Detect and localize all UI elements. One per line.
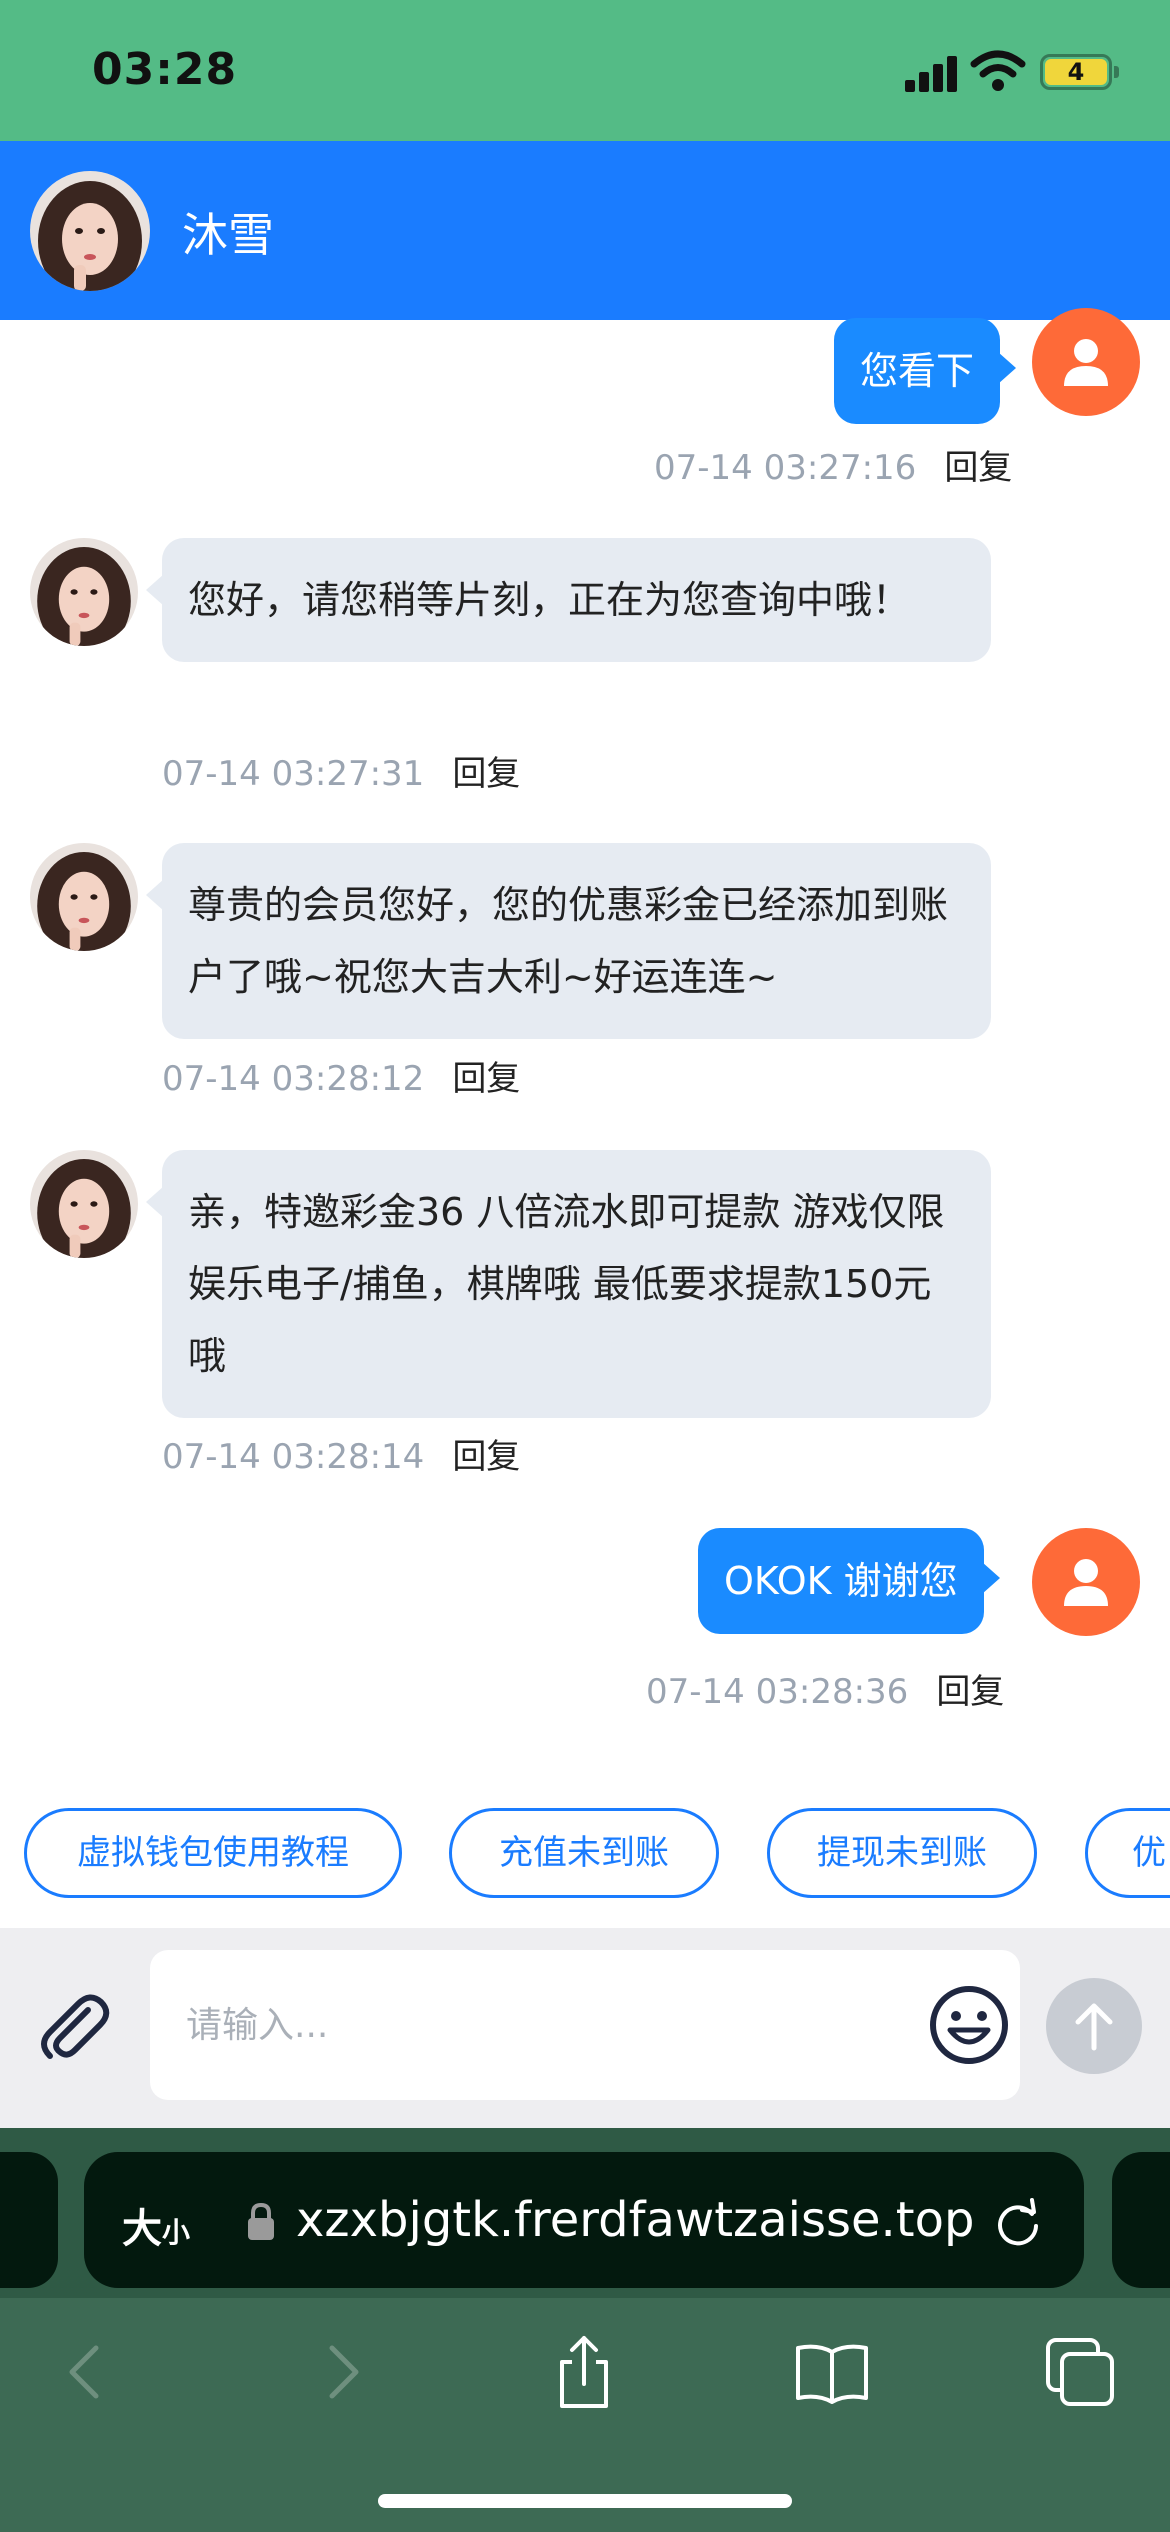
quick-reply-chip[interactable]: 充值未到账 [449, 1808, 719, 1898]
chevron-right-icon[interactable] [300, 2332, 380, 2412]
tabs-icon[interactable] [1040, 2332, 1120, 2412]
text-size-small: 小 [162, 2216, 191, 2249]
smiley-icon[interactable] [928, 1984, 1010, 2066]
arrow-up-icon [1075, 2003, 1113, 2051]
agent-avatar[interactable] [30, 843, 138, 951]
message-timestamp: 07-14 03:27:31 [162, 754, 425, 794]
user-avatar [1032, 1528, 1140, 1636]
message-text: 您好，请您稍等片刻，正在为您查询中哦！ [188, 578, 911, 622]
user-message-bubble: OKOK 谢谢您 [698, 1528, 1000, 1634]
message-input-container [150, 1950, 1020, 2100]
share-icon[interactable] [544, 2332, 624, 2412]
user-icon [1064, 339, 1108, 386]
message-timestamp: 07-14 03:28:36 [646, 1672, 909, 1712]
cellular-signal-icon [905, 56, 959, 92]
message-meta: 07-14 03:27:31 回复 [162, 746, 520, 795]
quick-reply-chip[interactable]: 虚拟钱包使用教程 [24, 1808, 402, 1898]
battery-icon: 4 [1040, 54, 1112, 90]
quick-reply-chip[interactable]: 提现未到账 [767, 1808, 1037, 1898]
quick-reply-bar: 虚拟钱包使用教程 充值未到账 提现未到账 优 [0, 1776, 1170, 1928]
agent-message-bubble: 亲，特邀彩金36 八倍流水即可提款 游戏仅限娱乐电子/捕鱼，棋牌哦 最低要求提款… [146, 1150, 991, 1418]
chevron-left-icon[interactable] [48, 2332, 128, 2412]
agent-avatar[interactable] [30, 538, 138, 646]
quick-reply-chip[interactable]: 优 [1085, 1808, 1170, 1898]
battery-level: 4 [1045, 58, 1107, 86]
user-avatar [1032, 308, 1140, 416]
reply-button[interactable]: 回复 [936, 1672, 1004, 1712]
message-text: 亲，特邀彩金36 八倍流水即可提款 游戏仅限娱乐电子/捕鱼，棋牌哦 最低要求提款… [188, 1190, 945, 1378]
reply-button[interactable]: 回复 [452, 1059, 520, 1099]
agent-avatar[interactable] [30, 171, 150, 291]
battery-cap [1114, 66, 1119, 78]
agent-avatar[interactable] [30, 1150, 138, 1258]
browser-toolbar [0, 2298, 1170, 2532]
message-meta: 07-14 03:28:14 回复 [162, 1429, 520, 1478]
address-bar[interactable]: 大小 xzxbjgtk.frerdfawtzaisse.top [84, 2152, 1084, 2288]
chat-header: 沐雪 [0, 141, 1170, 320]
paperclip-icon[interactable] [34, 1988, 114, 2068]
message-meta: 07-14 03:28:36 回复 [646, 1664, 1004, 1713]
message-timestamp: 07-14 03:27:16 [654, 448, 917, 488]
reload-icon[interactable] [992, 2196, 1044, 2248]
url-text[interactable]: xzxbjgtk.frerdfawtzaisse.top [296, 2192, 974, 2248]
text-size-large: 大 [122, 2206, 162, 2252]
lock-icon [248, 2202, 274, 2240]
message-text: OKOK 谢谢您 [724, 1559, 958, 1603]
message-input[interactable] [186, 1990, 866, 2060]
agent-message-bubble: 您好，请您稍等片刻，正在为您查询中哦！ [146, 538, 991, 662]
browser-url-area: 大小 xzxbjgtk.frerdfawtzaisse.top [0, 2128, 1170, 2298]
message-timestamp: 07-14 03:28:12 [162, 1059, 425, 1099]
previous-tab-edge[interactable] [0, 2152, 58, 2288]
message-timestamp: 07-14 03:28:14 [162, 1437, 425, 1477]
send-button[interactable] [1046, 1978, 1142, 2074]
home-indicator [378, 2494, 792, 2508]
reply-button[interactable]: 回复 [452, 754, 520, 794]
message-text: 您看下 [860, 349, 975, 393]
next-tab-edge[interactable] [1112, 2152, 1170, 2288]
chat-title: 沐雪 [182, 208, 274, 262]
agent-message-bubble: 尊贵的会员您好，您的优惠彩金已经添加到账户了哦~祝您大吉大利~好运连连~ [146, 843, 991, 1039]
reply-button[interactable]: 回复 [944, 448, 1012, 488]
message-meta: 07-14 03:28:12 回复 [162, 1051, 520, 1100]
message-text: 尊贵的会员您好，您的优惠彩金已经添加到账户了哦~祝您大吉大利~好运连连~ [188, 883, 949, 999]
user-message-bubble: 您看下 [834, 318, 1017, 424]
reply-button[interactable]: 回复 [452, 1437, 520, 1477]
message-meta: 07-14 03:27:16 回复 [654, 440, 1012, 489]
book-icon[interactable] [792, 2332, 872, 2412]
status-bar: 03:28 4 [0, 0, 1170, 141]
wifi-icon [970, 50, 1026, 91]
user-icon [1064, 1559, 1108, 1606]
composer-bar [0, 1928, 1170, 2128]
status-time: 03:28 [92, 44, 238, 95]
text-size-button[interactable]: 大小 [122, 2196, 190, 2254]
